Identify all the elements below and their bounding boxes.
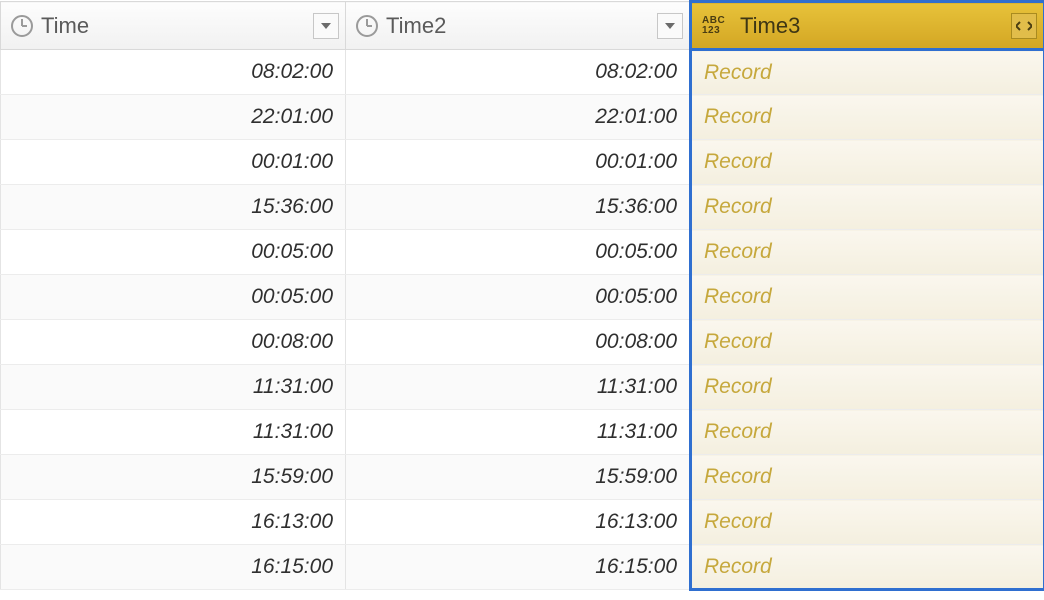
cell-time3-record[interactable]: Record: [691, 275, 1044, 320]
column-header-time2[interactable]: Time2: [346, 2, 691, 50]
table-row[interactable]: 00:05:00 00:05:00 Record: [1, 275, 1044, 320]
table-row[interactable]: 16:15:00 16:15:00 Record: [1, 545, 1044, 590]
cell-time2[interactable]: 08:02:00: [346, 50, 691, 95]
table-row[interactable]: 15:59:00 15:59:00 Record: [1, 455, 1044, 500]
column-header-time[interactable]: Time: [1, 2, 346, 50]
cell-time[interactable]: 11:31:00: [1, 365, 346, 410]
filter-dropdown-button[interactable]: [657, 13, 683, 39]
table-body: 08:02:00 08:02:00 Record 22:01:00 22:01:…: [1, 50, 1044, 590]
cell-time3-record[interactable]: Record: [691, 185, 1044, 230]
cell-time[interactable]: 16:13:00: [1, 500, 346, 545]
cell-time[interactable]: 15:36:00: [1, 185, 346, 230]
cell-time[interactable]: 08:02:00: [1, 50, 346, 95]
data-table: Time Time2 ABC: [0, 0, 1044, 591]
cell-time3-record[interactable]: Record: [691, 455, 1044, 500]
cell-time3-record[interactable]: Record: [691, 500, 1044, 545]
cell-time[interactable]: 22:01:00: [1, 95, 346, 140]
cell-time3-record[interactable]: Record: [691, 545, 1044, 590]
expand-icon: [1016, 20, 1032, 32]
cell-time3-record[interactable]: Record: [691, 320, 1044, 365]
table-row[interactable]: 08:02:00 08:02:00 Record: [1, 50, 1044, 95]
chevron-down-icon: [665, 23, 675, 29]
cell-time2[interactable]: 00:08:00: [346, 320, 691, 365]
cell-time2[interactable]: 11:31:00: [346, 410, 691, 455]
cell-time3-record[interactable]: Record: [691, 95, 1044, 140]
cell-time[interactable]: 00:05:00: [1, 230, 346, 275]
expand-column-button[interactable]: [1011, 13, 1037, 39]
anytype-icon: ABC 123: [702, 16, 732, 36]
cell-time[interactable]: 00:08:00: [1, 320, 346, 365]
cell-time[interactable]: 11:31:00: [1, 410, 346, 455]
clock-icon: [356, 15, 378, 37]
table-row[interactable]: 11:31:00 11:31:00 Record: [1, 365, 1044, 410]
header-row: Time Time2 ABC: [1, 2, 1044, 50]
column-label: Time3: [740, 13, 1003, 39]
table-row[interactable]: 22:01:00 22:01:00 Record: [1, 95, 1044, 140]
filter-dropdown-button[interactable]: [313, 13, 339, 39]
cell-time3-record[interactable]: Record: [691, 50, 1044, 95]
cell-time3-record[interactable]: Record: [691, 410, 1044, 455]
table-row[interactable]: 00:05:00 00:05:00 Record: [1, 230, 1044, 275]
cell-time3-record[interactable]: Record: [691, 140, 1044, 185]
cell-time2[interactable]: 00:01:00: [346, 140, 691, 185]
cell-time2[interactable]: 22:01:00: [346, 95, 691, 140]
cell-time3-record[interactable]: Record: [691, 230, 1044, 275]
cell-time[interactable]: 16:15:00: [1, 545, 346, 590]
cell-time2[interactable]: 00:05:00: [346, 275, 691, 320]
table-row[interactable]: 15:36:00 15:36:00 Record: [1, 185, 1044, 230]
clock-icon: [11, 15, 33, 37]
table-row[interactable]: 11:31:00 11:31:00 Record: [1, 410, 1044, 455]
cell-time2[interactable]: 00:05:00: [346, 230, 691, 275]
cell-time2[interactable]: 15:59:00: [346, 455, 691, 500]
column-label: Time: [41, 13, 305, 39]
cell-time2[interactable]: 15:36:00: [346, 185, 691, 230]
cell-time[interactable]: 00:05:00: [1, 275, 346, 320]
column-header-time3[interactable]: ABC 123 Time3: [691, 2, 1044, 50]
cell-time2[interactable]: 16:13:00: [346, 500, 691, 545]
chevron-down-icon: [321, 23, 331, 29]
cell-time[interactable]: 00:01:00: [1, 140, 346, 185]
table-row[interactable]: 00:01:00 00:01:00 Record: [1, 140, 1044, 185]
cell-time[interactable]: 15:59:00: [1, 455, 346, 500]
cell-time3-record[interactable]: Record: [691, 365, 1044, 410]
table-row[interactable]: 16:13:00 16:13:00 Record: [1, 500, 1044, 545]
cell-time2[interactable]: 16:15:00: [346, 545, 691, 590]
cell-time2[interactable]: 11:31:00: [346, 365, 691, 410]
column-label: Time2: [386, 13, 649, 39]
table-row[interactable]: 00:08:00 00:08:00 Record: [1, 320, 1044, 365]
